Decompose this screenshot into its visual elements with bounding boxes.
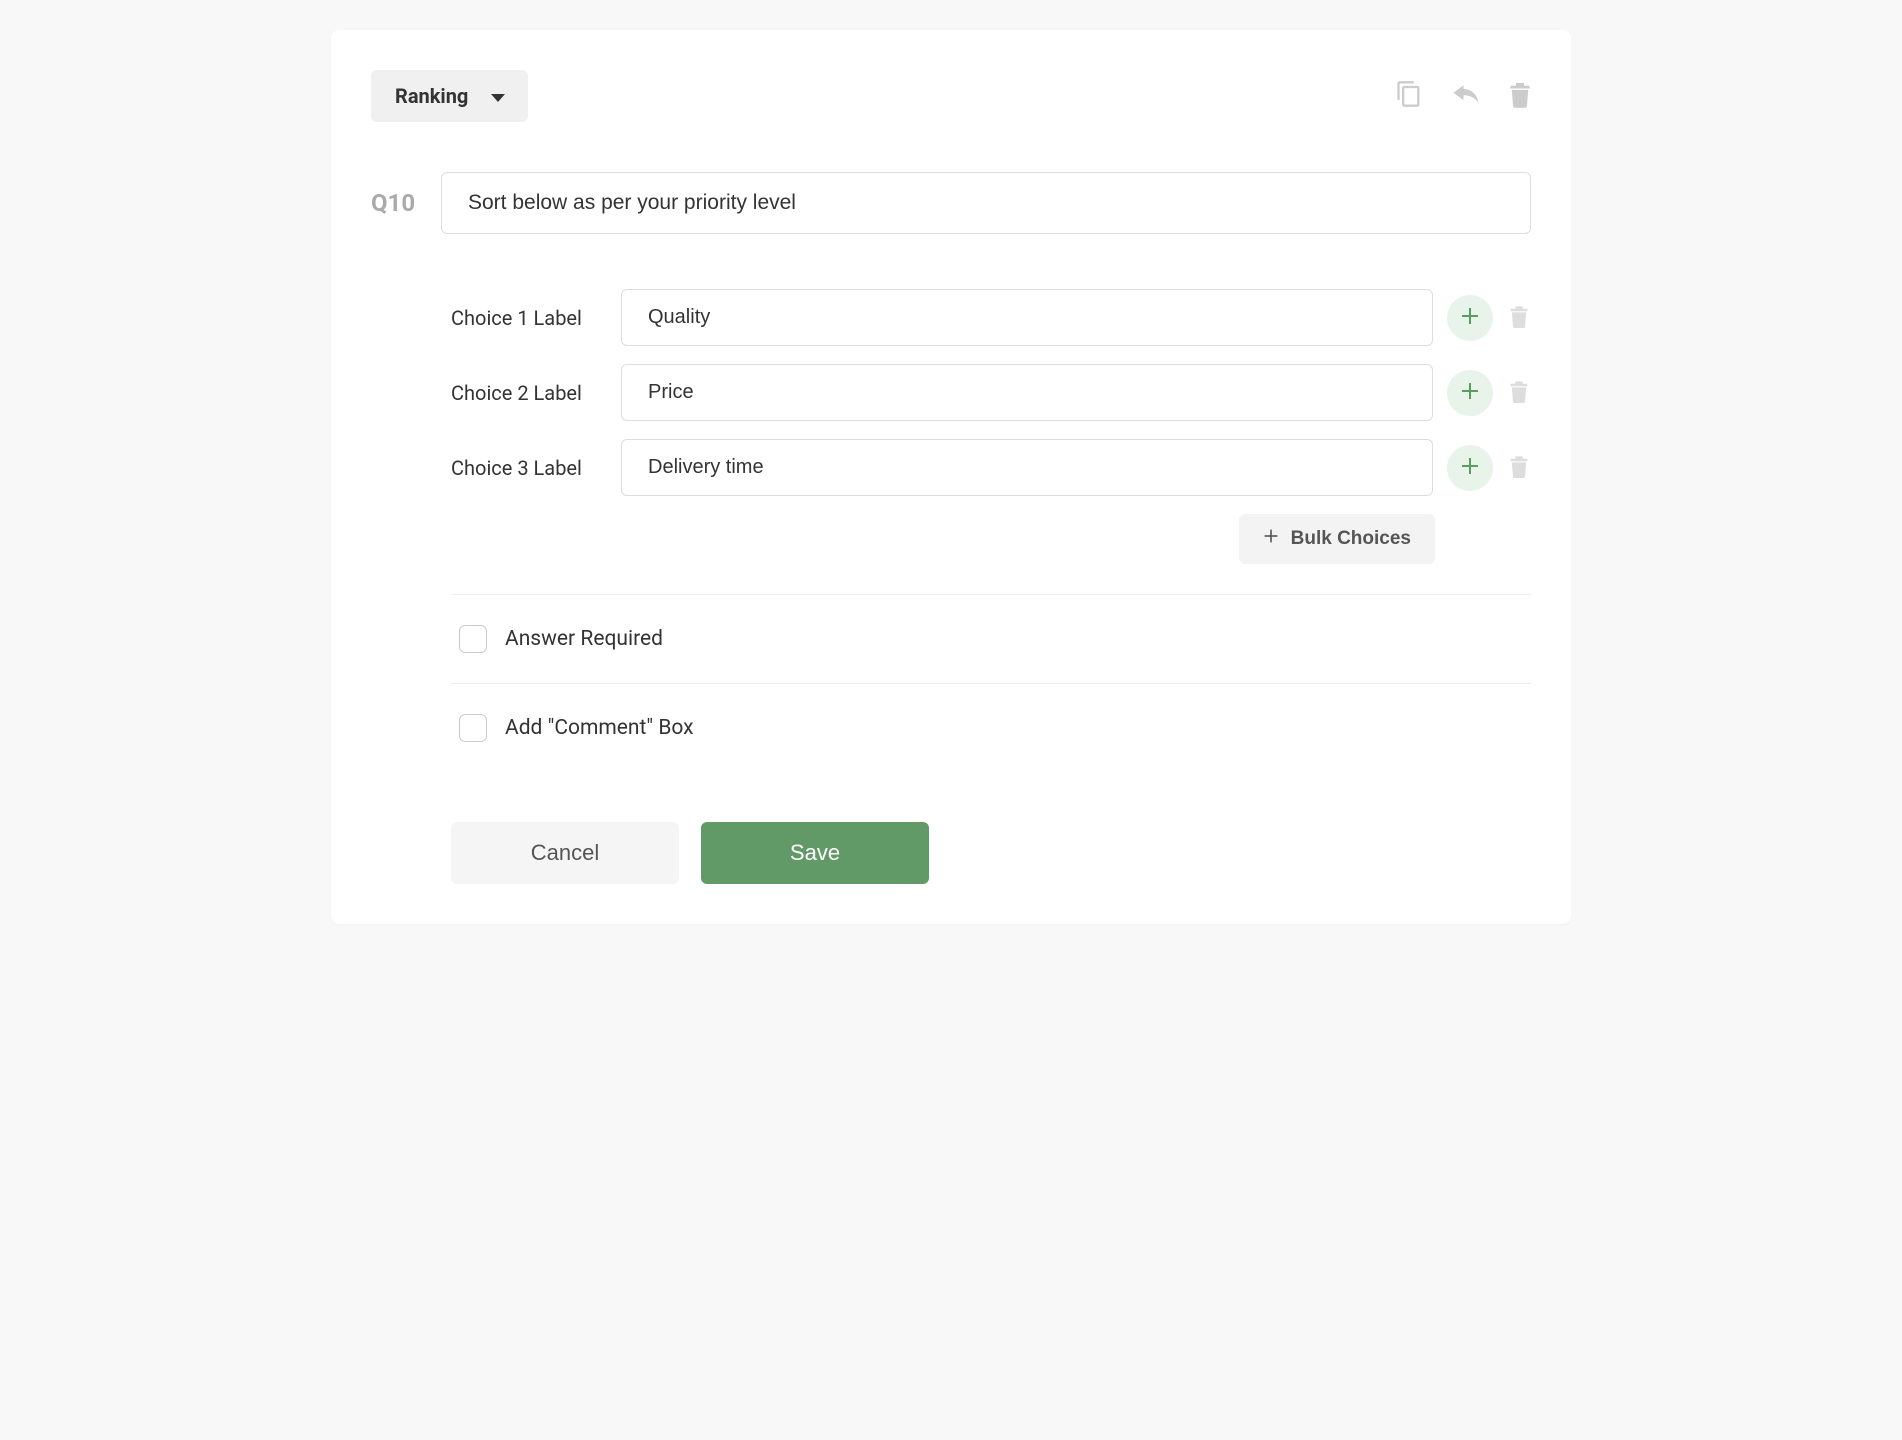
bulk-choices-row: Bulk Choices	[451, 514, 1531, 564]
trash-icon	[1509, 304, 1529, 332]
plus-icon	[1263, 528, 1279, 550]
choice-row: Choice 3 Label	[451, 439, 1531, 496]
choices-section: Choice 1 Label Choice 2 Label	[371, 289, 1531, 564]
trash-icon[interactable]	[1509, 80, 1531, 112]
question-type-dropdown[interactable]: Ranking	[371, 70, 528, 122]
choice-input[interactable]	[621, 439, 1433, 496]
question-number-label: Q10	[371, 189, 421, 217]
cancel-button[interactable]: Cancel	[451, 822, 679, 884]
add-comment-label: Add "Comment" Box	[505, 716, 694, 740]
trash-icon	[1509, 379, 1529, 407]
add-comment-checkbox[interactable]	[459, 714, 487, 742]
save-button[interactable]: Save	[701, 822, 929, 884]
divider	[451, 683, 1531, 684]
delete-choice-button[interactable]	[1507, 454, 1531, 482]
chevron-down-icon	[490, 84, 506, 108]
question-type-label: Ranking	[395, 84, 468, 108]
choice-row: Choice 1 Label	[451, 289, 1531, 346]
answer-required-label: Answer Required	[505, 627, 663, 651]
choice-label: Choice 3 Label	[451, 456, 621, 480]
answer-required-row: Answer Required	[371, 625, 1531, 653]
add-comment-row: Add "Comment" Box	[371, 714, 1531, 742]
question-title-row: Q10	[371, 172, 1531, 234]
question-text-input[interactable]	[441, 172, 1531, 234]
choice-label: Choice 2 Label	[451, 381, 621, 405]
editor-top-row: Ranking	[371, 70, 1531, 122]
add-choice-button[interactable]	[1447, 370, 1493, 416]
trash-icon	[1509, 454, 1529, 482]
undo-icon[interactable]	[1451, 81, 1481, 111]
bulk-choices-label: Bulk Choices	[1291, 528, 1411, 550]
copy-icon[interactable]	[1395, 80, 1423, 112]
plus-icon	[1460, 381, 1480, 405]
choice-input[interactable]	[621, 289, 1433, 346]
divider	[451, 594, 1531, 595]
plus-icon	[1460, 306, 1480, 330]
choice-row: Choice 2 Label	[451, 364, 1531, 421]
choice-input[interactable]	[621, 364, 1433, 421]
question-editor-card: Ranking Q10 Choice 1 Label	[331, 30, 1571, 924]
answer-required-checkbox[interactable]	[459, 625, 487, 653]
add-choice-button[interactable]	[1447, 445, 1493, 491]
bulk-choices-button[interactable]: Bulk Choices	[1239, 514, 1435, 564]
editor-action-icons	[1395, 80, 1531, 112]
add-choice-button[interactable]	[1447, 295, 1493, 341]
delete-choice-button[interactable]	[1507, 304, 1531, 332]
plus-icon	[1460, 456, 1480, 480]
form-buttons-row: Cancel Save	[371, 822, 1531, 884]
choice-label: Choice 1 Label	[451, 306, 621, 330]
delete-choice-button[interactable]	[1507, 379, 1531, 407]
